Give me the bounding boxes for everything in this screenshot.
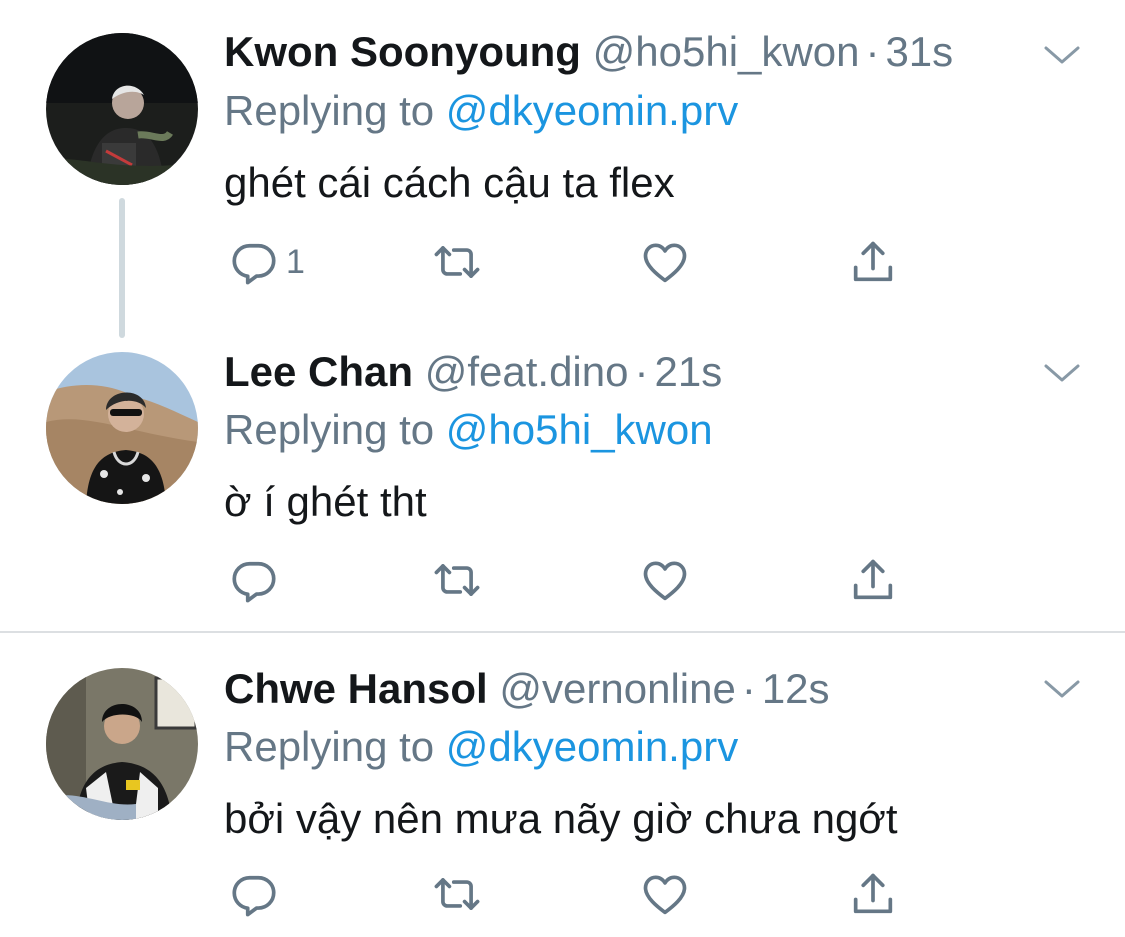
retweet-icon bbox=[431, 554, 483, 606]
timestamp[interactable]: 31s bbox=[885, 28, 953, 75]
tweet-header: Kwon Soonyoung @ho5hi_kwon · 31s bbox=[224, 27, 953, 77]
replying-to-handle[interactable]: @dkyeomin.prv bbox=[446, 723, 738, 770]
user-handle[interactable]: @feat.dino bbox=[425, 348, 629, 395]
tweet-item[interactable]: Kwon Soonyoung @ho5hi_kwon · 31s Replying … bbox=[0, 0, 1125, 320]
tweet-text: ờ í ghét tht bbox=[224, 478, 427, 525]
replying-to-label: Replying to bbox=[224, 723, 435, 770]
like-button[interactable] bbox=[639, 552, 691, 608]
replying-to-handle[interactable]: @dkyeomin.prv bbox=[446, 87, 738, 134]
like-button[interactable] bbox=[639, 866, 691, 922]
retweet-icon bbox=[431, 868, 483, 920]
separator-dot: · bbox=[634, 348, 649, 395]
separator-dot: · bbox=[865, 28, 880, 75]
replying-to-label: Replying to bbox=[224, 87, 435, 134]
display-name[interactable]: Kwon Soonyoung bbox=[224, 28, 581, 75]
tweet-header: Lee Chan @feat.dino · 21s bbox=[224, 347, 722, 397]
reply-count: 1 bbox=[286, 242, 305, 281]
timestamp[interactable]: 21s bbox=[654, 348, 722, 395]
reply-button[interactable] bbox=[228, 552, 286, 608]
share-icon bbox=[847, 554, 899, 606]
reply-button[interactable]: 1 bbox=[228, 234, 305, 290]
tweet-actions: 1 bbox=[224, 234, 924, 290]
avatar-kwon-soonyoung[interactable] bbox=[46, 33, 198, 185]
tweet-text: ghét cái cách cậu ta flex bbox=[224, 159, 675, 206]
reply-icon bbox=[228, 236, 280, 288]
retweet-icon bbox=[431, 236, 483, 288]
separator-dot: · bbox=[741, 665, 756, 712]
share-button[interactable] bbox=[847, 552, 899, 608]
like-icon bbox=[639, 236, 691, 288]
tweet-item[interactable]: Lee Chan @feat.dino · 21s Replying to @ho5… bbox=[0, 320, 1125, 631]
replying-to: Replying to @dkyeomin.prv bbox=[224, 86, 738, 136]
share-icon bbox=[847, 868, 899, 920]
share-button[interactable] bbox=[847, 234, 899, 290]
tweet-text: bởi vậy nên mưa nãy giờ chưa ngớt bbox=[224, 795, 898, 842]
replying-to-handle[interactable]: @ho5hi_kwon bbox=[446, 406, 713, 453]
chevron-down-icon[interactable] bbox=[1042, 674, 1082, 704]
like-button[interactable] bbox=[639, 234, 691, 290]
user-handle[interactable]: @vernonline bbox=[499, 665, 735, 712]
avatar-lee-chan[interactable] bbox=[46, 352, 198, 504]
retweet-button[interactable] bbox=[431, 866, 483, 922]
replying-to-label: Replying to bbox=[224, 406, 435, 453]
retweet-button[interactable] bbox=[431, 234, 483, 290]
reply-icon bbox=[228, 868, 280, 920]
tweet-header: Chwe Hansol @vernonline · 12s bbox=[224, 664, 830, 714]
reply-icon bbox=[228, 554, 280, 606]
retweet-button[interactable] bbox=[431, 552, 483, 608]
timestamp[interactable]: 12s bbox=[762, 665, 830, 712]
display-name[interactable]: Chwe Hansol bbox=[224, 665, 488, 712]
like-icon bbox=[639, 868, 691, 920]
reply-button[interactable] bbox=[228, 866, 286, 922]
chevron-down-icon[interactable] bbox=[1042, 358, 1082, 388]
share-button[interactable] bbox=[847, 866, 899, 922]
display-name[interactable]: Lee Chan bbox=[224, 348, 413, 395]
share-icon bbox=[847, 236, 899, 288]
tweet-actions bbox=[224, 866, 924, 922]
replying-to: Replying to @dkyeomin.prv bbox=[224, 722, 738, 772]
avatar-chwe-hansol[interactable] bbox=[46, 668, 198, 820]
tweet-actions bbox=[224, 552, 924, 608]
replying-to: Replying to @ho5hi_kwon bbox=[224, 405, 713, 455]
user-handle[interactable]: @ho5hi_kwon bbox=[593, 28, 860, 75]
tweet-item[interactable]: Chwe Hansol @vernonline · 12s Replying to … bbox=[0, 633, 1125, 937]
like-icon bbox=[639, 554, 691, 606]
chevron-down-icon[interactable] bbox=[1042, 40, 1082, 70]
tweet-thread: Kwon Soonyoung @ho5hi_kwon · 31s Replying … bbox=[0, 0, 1125, 937]
